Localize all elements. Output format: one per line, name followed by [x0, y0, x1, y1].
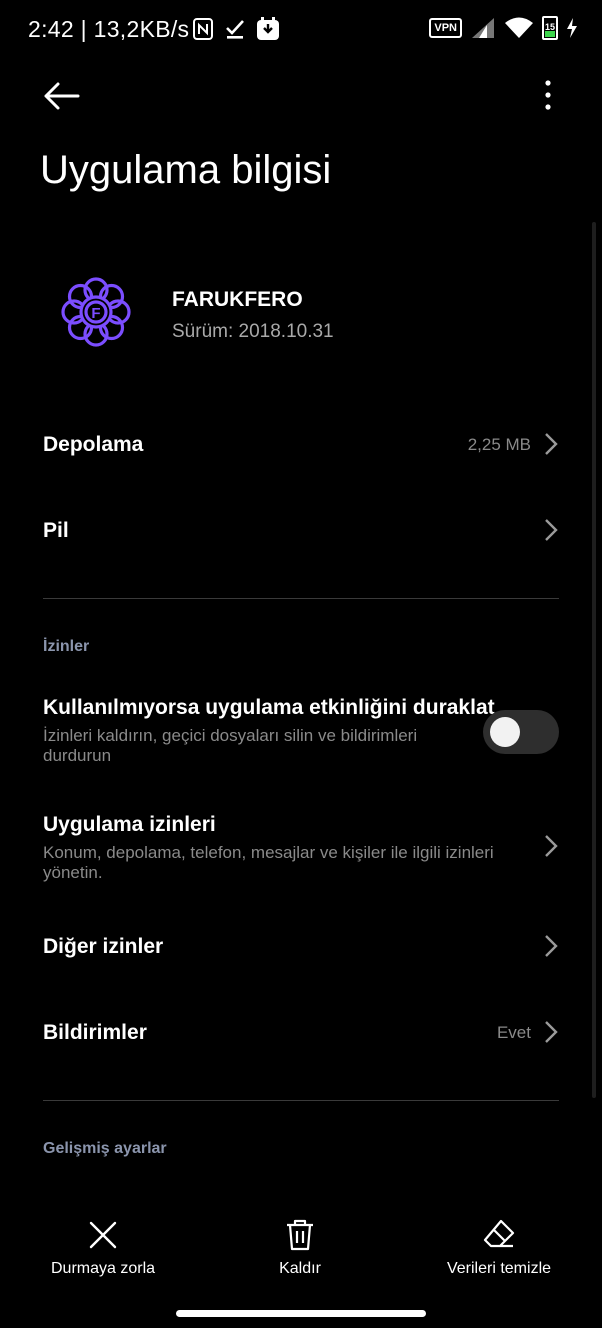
chevron-right-icon	[545, 835, 558, 857]
app-permissions-title: Uygulama izinleri	[43, 813, 216, 836]
more-options-button[interactable]	[538, 78, 558, 114]
cellular-signal-icon	[472, 18, 494, 38]
app-name: FARUKFERO	[172, 288, 303, 311]
clear-data-button[interactable]: Verileri temizle	[440, 1218, 558, 1278]
app-icon-letter: F	[91, 305, 100, 322]
app-permissions-subtitle: Konum, depolama, telefon, mesajlar ve ki…	[43, 843, 494, 882]
status-right-icons: VPN 15	[429, 16, 578, 40]
vpn-badge: VPN	[429, 18, 462, 38]
trash-icon	[287, 1219, 313, 1251]
pause-app-subtitle: İzinleri kaldırın, geçici dosyaları sili…	[43, 726, 418, 765]
pause-app-row[interactable]: Kullanılmıyorsa uygulama etkinliğini dur…	[43, 696, 559, 768]
top-app-bar	[0, 70, 602, 120]
other-permissions-title: Diğer izinler	[43, 935, 164, 958]
status-time: 2:42 | 13,2KB/s	[28, 16, 190, 42]
storage-value: 2,25 MB	[467, 435, 531, 454]
more-vert-icon	[545, 80, 551, 110]
battery-icon: 15	[542, 16, 558, 40]
downloader-app-icon	[257, 17, 279, 40]
uninstall-button[interactable]: Kaldır	[260, 1218, 340, 1278]
divider	[43, 1100, 559, 1101]
force-stop-button[interactable]: Durmaya zorla	[42, 1218, 164, 1278]
app-icon: F	[61, 277, 131, 347]
other-permissions-row[interactable]: Diğer izinler	[43, 920, 559, 974]
toggle-knob	[490, 717, 520, 747]
eraser-icon	[483, 1219, 515, 1248]
battery-level: 15	[544, 22, 555, 32]
section-advanced: Gelişmiş ayarlar	[43, 1140, 167, 1157]
force-stop-label: Durmaya zorla	[50, 1260, 156, 1277]
uninstall-label: Kaldır	[279, 1260, 321, 1277]
section-permissions: İzinler	[43, 638, 90, 655]
app-header: F FARUKFERO Sürüm: 2018.10.31	[54, 270, 574, 360]
chevron-right-icon	[545, 519, 558, 541]
home-indicator[interactable]	[176, 1310, 426, 1317]
close-icon	[89, 1221, 117, 1249]
chevron-right-icon	[545, 1021, 558, 1043]
back-button[interactable]	[40, 78, 84, 114]
notifications-title: Bildirimler	[43, 1021, 147, 1044]
nfc-icon	[193, 18, 213, 40]
storage-row[interactable]: Depolama 2,25 MB	[43, 418, 559, 472]
app-version: Sürüm: 2018.10.31	[172, 321, 334, 342]
app-permissions-row[interactable]: Uygulama izinleri Konum, depolama, telef…	[43, 813, 559, 885]
bottom-action-bar: Durmaya zorla Kaldır Verileri temizle	[0, 1208, 602, 1298]
battery-row[interactable]: Pil	[43, 504, 559, 558]
chevron-right-icon	[545, 433, 558, 455]
clear-data-label: Verileri temizle	[446, 1260, 552, 1277]
notifications-value: Evet	[496, 1023, 531, 1042]
divider	[43, 598, 559, 599]
download-done-icon	[226, 20, 244, 39]
pause-app-toggle[interactable]	[483, 710, 559, 754]
charging-icon	[567, 18, 577, 38]
chevron-right-icon	[545, 935, 558, 957]
status-left-icons	[192, 17, 280, 41]
scrollbar[interactable]	[592, 222, 596, 1098]
status-bar: 2:42 | 13,2KB/s VPN 15	[0, 0, 602, 60]
notifications-row[interactable]: Bildirimler Evet	[43, 1006, 559, 1060]
battery-title: Pil	[43, 519, 69, 542]
arrow-back-icon	[44, 82, 80, 110]
wifi-icon	[505, 17, 533, 38]
pause-app-title: Kullanılmıyorsa uygulama etkinliğini dur…	[43, 696, 495, 719]
page-title: Uygulama bilgisi	[40, 148, 332, 192]
